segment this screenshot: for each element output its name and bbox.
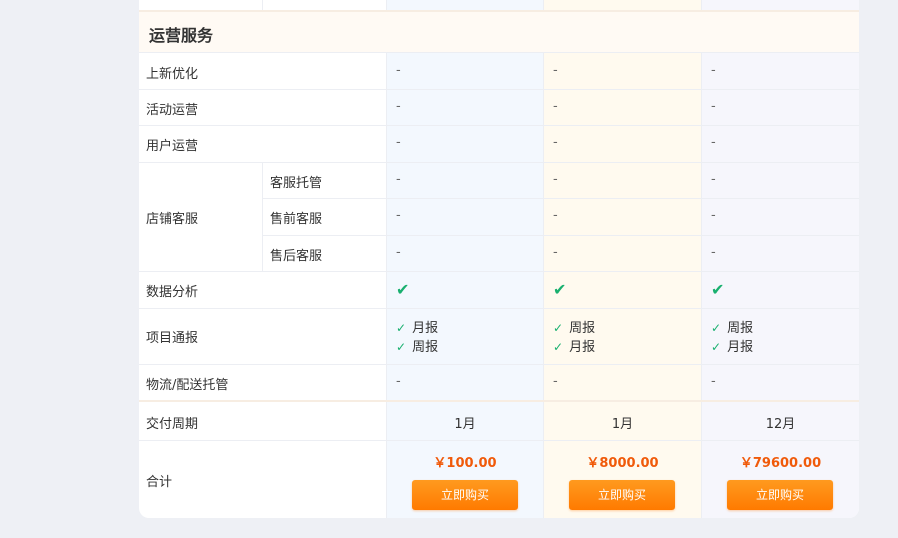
total-price: ￥100.00	[433, 456, 497, 471]
cell-value: -	[396, 172, 401, 187]
report-item: ✓ 周报	[396, 340, 439, 355]
cell-value: -	[396, 208, 401, 223]
section-title: 运营服务	[149, 26, 214, 45]
total-price: ￥79600.00	[739, 456, 822, 471]
table-row: 上新优化 - - -	[139, 53, 859, 90]
buy-now-button[interactable]: 立即购买	[727, 480, 833, 510]
pricing-table-card: 运营服务 上新优化 - - - 活动运营 - - - 用户运营 - - - 店铺…	[139, 0, 859, 518]
table-row: 项目通报 ✓ 月报 ✓ 周报 ✓ 周报 ✓ 月报 ✓ 周报 ✓ 月报	[139, 309, 859, 365]
cell-value: -	[711, 63, 716, 78]
cell-value: -	[711, 99, 716, 114]
cell-value: -	[711, 374, 716, 389]
cell-value: -	[711, 172, 716, 187]
delivery-period: 1月	[454, 417, 476, 432]
cell-value: -	[396, 99, 401, 114]
cell-value: -	[553, 374, 558, 389]
previous-row-remnant	[139, 0, 859, 10]
cell-value: -	[553, 135, 558, 150]
check-icon: ✓	[396, 321, 407, 335]
row-label: 合计	[146, 475, 173, 490]
check-icon: ✔	[711, 280, 725, 299]
cell-value: -	[553, 245, 558, 260]
table-row: 客服托管 - - -	[263, 163, 859, 199]
total-price: ￥8000.00	[586, 456, 659, 471]
delivery-period: 12月	[765, 417, 796, 432]
row-label: 售后客服	[270, 249, 323, 264]
report-item: ✓ 周报	[553, 321, 596, 336]
check-icon: ✓	[553, 340, 564, 354]
row-label: 店铺客服	[146, 212, 199, 227]
table-row: 数据分析 ✔ ✔ ✔	[139, 272, 859, 309]
row-label: 物流/配送托管	[146, 378, 229, 393]
report-item: ✓ 月报	[553, 340, 596, 355]
check-icon: ✔	[553, 280, 567, 299]
table-row: 交付周期 1月 1月 12月	[139, 402, 859, 441]
row-label: 上新优化	[146, 67, 199, 82]
row-label: 售前客服	[270, 212, 323, 227]
check-icon: ✓	[396, 340, 407, 354]
check-icon: ✓	[711, 321, 722, 335]
cell-value: -	[553, 63, 558, 78]
check-icon: ✔	[396, 280, 410, 299]
buy-now-button[interactable]: 立即购买	[569, 480, 675, 510]
table-row-total: 合计 ￥100.00 立即购买 ￥8000.00 立即购买 ￥79600.00 …	[139, 441, 859, 518]
table-row: 用户运营 - - -	[139, 126, 859, 163]
table-row: 售前客服 - - -	[263, 199, 859, 236]
cell-value: -	[396, 135, 401, 150]
row-label: 活动运营	[146, 103, 199, 118]
cell-value: -	[711, 135, 716, 150]
cell-value: -	[553, 208, 558, 223]
row-label: 交付周期	[146, 417, 199, 432]
row-label: 数据分析	[146, 285, 199, 300]
check-icon: ✓	[711, 340, 722, 354]
delivery-period: 1月	[611, 417, 634, 432]
table-row: 活动运营 - - -	[139, 90, 859, 126]
row-label: 用户运营	[146, 139, 199, 154]
row-label: 项目通报	[146, 331, 199, 346]
report-item: ✓ 月报	[396, 321, 439, 336]
table-row: 售后客服 - - -	[263, 236, 859, 272]
cell-value: -	[553, 172, 558, 187]
row-label: 客服托管	[270, 176, 323, 191]
report-item: ✓ 周报	[711, 321, 754, 336]
cell-value: -	[711, 245, 716, 260]
check-icon: ✓	[553, 321, 564, 335]
buy-now-button[interactable]: 立即购买	[412, 480, 518, 510]
cell-value: -	[553, 99, 558, 114]
cell-value: -	[396, 245, 401, 260]
section-header: 运营服务	[139, 10, 859, 53]
table-row: 物流/配送托管 - - -	[139, 365, 859, 402]
cell-value: -	[396, 63, 401, 78]
group-label-cell: 店铺客服	[139, 163, 262, 272]
cell-value: -	[711, 208, 716, 223]
cell-value: -	[396, 374, 401, 389]
report-item: ✓ 月报	[711, 340, 754, 355]
